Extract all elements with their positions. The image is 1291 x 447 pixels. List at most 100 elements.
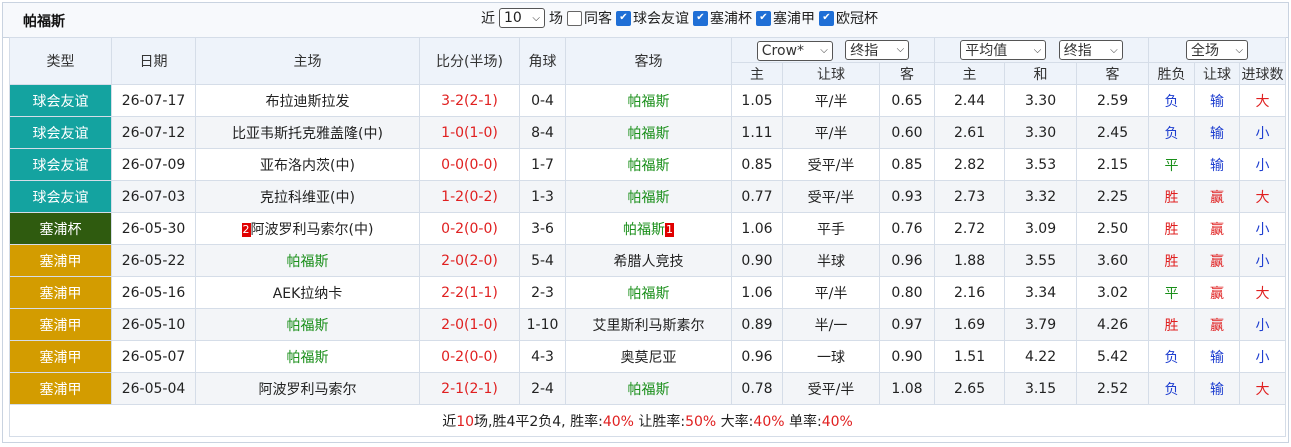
home-team-name: 帕福斯: [286, 349, 329, 366]
odds-draw-text: 3.34: [1024, 284, 1057, 301]
home-team[interactable]: 帕福斯: [195, 244, 420, 277]
away-team[interactable]: 艾里斯利马斯素尔: [565, 308, 732, 341]
handicap-away-odds-text: 0.85: [891, 156, 923, 173]
odds-type-select[interactable]: 终指 ⌵: [1058, 40, 1123, 60]
table-row[interactable]: 球会友谊 26-07-17 布拉迪斯拉发 3-2(2-1) 0-4 帕福斯 1.05 平/半 0…: [9, 84, 1287, 117]
filter-checkbox[interactable]: ✔: [756, 10, 771, 26]
handicap-line: 受平/半: [782, 148, 880, 181]
corner-count-text: 4-3: [531, 348, 554, 365]
table-row[interactable]: 塞浦杯 26-05-30 2阿波罗利马索尔(中) 0-2(0-0) 3-6 帕福斯1 1.0…: [9, 212, 1287, 245]
average-select[interactable]: 平均值 ⌵: [960, 40, 1047, 60]
filter-checkbox[interactable]: ✔: [616, 10, 631, 26]
away-team[interactable]: 帕福斯: [565, 180, 732, 213]
result-goals: 大: [1239, 276, 1287, 309]
table-row[interactable]: 球会友谊 26-07-03 克拉科维亚(中) 1-2(0-2) 1-3 帕福斯 0.77 受平…: [9, 180, 1287, 213]
handicap-home-odds: 0.77: [731, 180, 783, 213]
filter-checkbox[interactable]: ✔: [693, 10, 708, 26]
handicap-line: 平/半: [782, 276, 880, 309]
odds-away: 2.25: [1076, 180, 1150, 213]
competition-badge[interactable]: 塞浦杯: [9, 212, 112, 245]
home-team[interactable]: 阿波罗利马索尔: [195, 372, 420, 405]
home-team[interactable]: 布拉迪斯拉发: [195, 84, 420, 117]
summary-segment: 50%: [685, 413, 717, 430]
table-row[interactable]: 塞浦甲 26-05-04 阿波罗利马索尔 2-1(2-1) 2-4 帕福斯 0.78 受平/半…: [9, 372, 1287, 405]
home-team[interactable]: 帕福斯: [195, 308, 420, 341]
odds-home-text: 2.73: [953, 188, 986, 205]
result-handicap-text: 输: [1210, 157, 1225, 174]
handicap-away-odds-text: 0.65: [891, 92, 923, 109]
result-handicap-text: 赢: [1210, 317, 1225, 334]
home-team[interactable]: 克拉科维亚(中): [195, 180, 420, 213]
home-team-name: 帕福斯: [286, 253, 329, 270]
competition-badge[interactable]: 球会友谊: [9, 84, 112, 117]
table-row[interactable]: 塞浦甲 26-05-22 帕福斯 2-0(2-0) 5-4 希腊人竞技 0.90 半球 0.96…: [9, 244, 1287, 277]
match-count-select[interactable]: 10 ⌵: [499, 8, 545, 28]
odds-draw: 3.15: [1004, 372, 1078, 405]
match-score[interactable]: 1-0(1-0): [419, 116, 520, 149]
match-score[interactable]: 2-0(2-0): [419, 244, 520, 277]
competition-badge[interactable]: 球会友谊: [9, 116, 112, 149]
chevron-down-icon: ⌵: [820, 45, 828, 56]
odds-draw: 3.30: [1004, 84, 1078, 117]
match-score-text: 2-2(1-1): [441, 284, 498, 301]
match-score[interactable]: 3-2(2-1): [419, 84, 520, 117]
odds-away: 2.50: [1076, 212, 1150, 245]
table-row[interactable]: 塞浦甲 26-05-07 帕福斯 0-2(0-0) 4-3 奥莫尼亚 0.96 一球 0.90 1…: [9, 340, 1287, 373]
table-row[interactable]: 塞浦甲 26-05-10 帕福斯 2-0(1-0) 1-10 艾里斯利马斯素尔 0.89 半/…: [9, 308, 1287, 341]
home-team[interactable]: 帕福斯: [195, 340, 420, 373]
handicap-line-text: 受平/半: [807, 157, 855, 174]
filter-checkbox[interactable]: [567, 10, 582, 26]
away-team[interactable]: 希腊人竞技: [565, 244, 732, 277]
home-team[interactable]: 亚布洛内茨(中): [195, 148, 420, 181]
home-team[interactable]: AEK拉纳卡: [195, 276, 420, 309]
handicap-type-select[interactable]: 终指 ⌵: [845, 39, 910, 60]
away-team[interactable]: 帕福斯: [565, 276, 732, 309]
away-team[interactable]: 帕福斯: [565, 148, 732, 181]
away-team[interactable]: 奥莫尼亚: [565, 340, 732, 373]
result-goals: 大: [1239, 372, 1287, 405]
match-score[interactable]: 2-0(1-0): [419, 308, 520, 341]
odds-home-text: 2.72: [953, 220, 986, 237]
away-team[interactable]: 帕福斯: [565, 372, 732, 405]
result-goals: 小: [1239, 308, 1287, 341]
match-score[interactable]: 0-0(0-0): [419, 148, 520, 181]
match-score[interactable]: 1-2(0-2): [419, 180, 520, 213]
home-team[interactable]: 2阿波罗利马索尔(中): [195, 212, 420, 245]
handicap-away-odds-text: 0.90: [891, 348, 923, 365]
competition-badge[interactable]: 球会友谊: [9, 148, 112, 181]
competition-badge[interactable]: 塞浦甲: [9, 276, 112, 309]
handicap-away-odds: 0.97: [878, 308, 936, 341]
table-row[interactable]: 塞浦甲 26-05-16 AEK拉纳卡 2-2(1-1) 2-3 帕福斯 1.06 平/半 0.…: [9, 276, 1287, 309]
away-team[interactable]: 帕福斯1: [565, 212, 732, 245]
away-team[interactable]: 帕福斯: [565, 84, 732, 117]
col-home: 主场: [195, 37, 420, 85]
competition-badge[interactable]: 塞浦甲: [9, 308, 112, 341]
odds-draw-text: 3.53: [1024, 156, 1057, 173]
match-score[interactable]: 0-2(0-0): [419, 212, 520, 245]
home-team[interactable]: 比亚韦斯托克雅盖隆(中): [195, 116, 420, 149]
competition-badge[interactable]: 塞浦甲: [9, 244, 112, 277]
competition-badge-text: 塞浦甲: [39, 381, 82, 398]
corner-count: 2-3: [519, 276, 566, 309]
competition-badge[interactable]: 塞浦甲: [9, 340, 112, 373]
range-select[interactable]: 全场 ⌵: [1186, 40, 1249, 60]
odds-draw-text: 3.55: [1024, 252, 1057, 269]
competition-badge[interactable]: 塞浦甲: [9, 372, 112, 405]
match-score[interactable]: 2-2(1-1): [419, 276, 520, 309]
match-score-text: 2-0(1-0): [441, 316, 498, 333]
match-score[interactable]: 0-2(0-0): [419, 340, 520, 373]
summary-segment: 40%: [821, 413, 853, 430]
match-score[interactable]: 2-1(2-1): [419, 372, 520, 405]
competition-badge[interactable]: 球会友谊: [9, 180, 112, 213]
match-score-text: 3-2(2-1): [441, 92, 498, 109]
company-select[interactable]: Crow* ⌵: [756, 40, 833, 61]
table-row[interactable]: 球会友谊 26-07-12 比亚韦斯托克雅盖隆(中) 1-0(1-0) 8-4 帕福斯 1.…: [9, 116, 1287, 149]
result-handicap-text: 输: [1210, 125, 1225, 142]
table-row[interactable]: 球会友谊 26-07-09 亚布洛内茨(中) 0-0(0-0) 1-7 帕福斯 0.85 受平…: [9, 148, 1287, 181]
odds-away: 5.42: [1076, 340, 1150, 373]
odds-draw-text: 3.30: [1024, 92, 1057, 109]
away-team[interactable]: 帕福斯: [565, 116, 732, 149]
odds-home-text: 1.88: [953, 252, 986, 269]
match-date-text: 26-05-04: [121, 380, 186, 397]
filter-checkbox[interactable]: ✔: [819, 10, 834, 26]
